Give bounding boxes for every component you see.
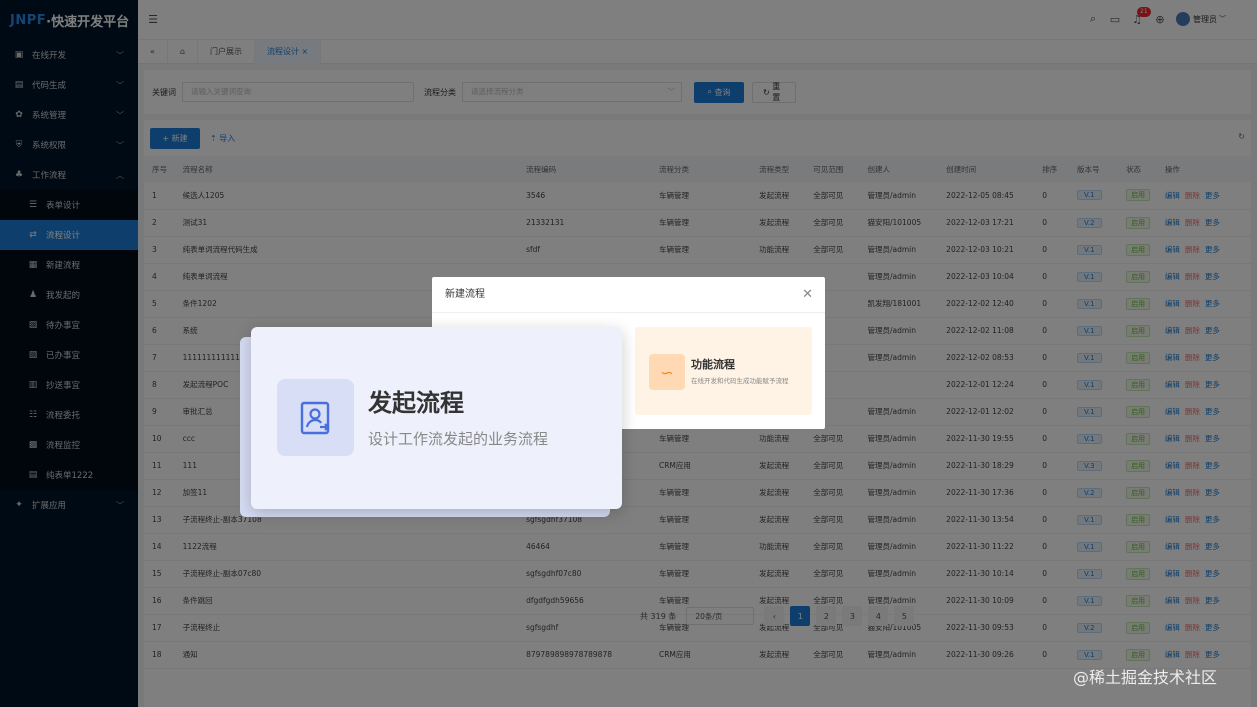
watermark: @稀土掘金技术社区 (1073, 668, 1218, 687)
function-flow-desc: 在线开发和代码生成功能赋予流程 (691, 377, 789, 385)
start-flow-desc: 设计工作流发起的业务流程 (368, 430, 549, 448)
start-flow-title: 发起流程 (368, 389, 464, 417)
function-flow-title: 功能流程 (691, 358, 735, 371)
start-flow-icon (277, 379, 354, 456)
function-flow-card[interactable]: ∽ 功能流程 在线开发和代码生成功能赋予流程 (635, 327, 812, 415)
close-icon[interactable]: ✕ (802, 287, 813, 302)
start-flow-card[interactable]: 发起流程 设计工作流发起的业务流程 (251, 327, 622, 509)
dialog-title: 新建流程 (432, 277, 825, 313)
function-flow-icon: ∽ (649, 354, 685, 390)
